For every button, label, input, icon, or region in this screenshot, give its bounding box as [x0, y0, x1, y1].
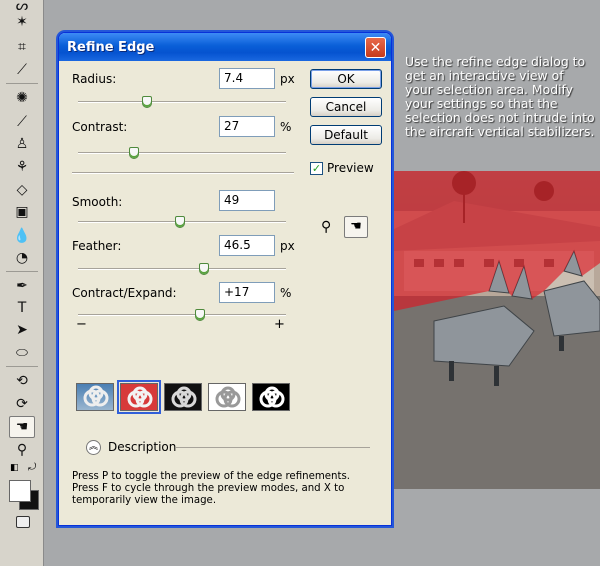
- gradient-tool-icon[interactable]: ▣: [9, 202, 35, 222]
- contrast-input[interactable]: 27: [219, 116, 275, 137]
- foreground-color-swatch[interactable]: [9, 480, 31, 502]
- feather-slider[interactable]: [78, 263, 286, 275]
- divider: [72, 172, 294, 174]
- contract-minus-label: −: [76, 317, 87, 332]
- preview-mode-on-white[interactable]: [208, 383, 246, 411]
- preview-mode-mask[interactable]: [252, 383, 290, 411]
- dialog-title: Refine Edge: [67, 39, 155, 55]
- expand-plus-label: +: [274, 317, 285, 332]
- eraser-tool-icon[interactable]: ◇: [9, 180, 35, 200]
- description-toggle-icon[interactable]: ︽: [86, 440, 101, 455]
- description-label: Description: [108, 440, 177, 454]
- radius-slider-thumb[interactable]: [141, 96, 152, 108]
- cancel-button[interactable]: Cancel: [310, 97, 382, 117]
- smooth-label: Smooth:: [72, 195, 123, 209]
- description-text: Press P to toggle the preview of the edg…: [72, 471, 351, 506]
- magnifier-icon[interactable]: ⚲: [321, 219, 331, 235]
- radius-label: Radius:: [72, 72, 117, 86]
- feather-unit: px: [280, 239, 295, 253]
- smooth-slider-thumb[interactable]: [174, 216, 185, 228]
- radius-slider[interactable]: [78, 96, 286, 108]
- ellipse-tool-icon[interactable]: ⬭: [9, 343, 35, 363]
- magic-wand-tool-icon[interactable]: ✶: [9, 12, 35, 32]
- contrast-slider-thumb[interactable]: [129, 147, 140, 159]
- ok-button[interactable]: OK: [310, 69, 382, 89]
- pen-tool-icon[interactable]: ✒: [9, 276, 35, 296]
- contract-expand-slider-thumb[interactable]: [194, 309, 205, 321]
- dialog-titlebar[interactable]: Refine Edge: [59, 33, 391, 61]
- 3d-orbit-tool-icon[interactable]: ⟳: [9, 394, 35, 414]
- description-divider: [176, 447, 370, 448]
- 3d-rotate-tool-icon[interactable]: ⟲: [9, 371, 35, 391]
- healing-brush-tool-icon[interactable]: ✺: [9, 88, 35, 108]
- preview-mode-quick-mask[interactable]: [117, 380, 161, 414]
- brush-tool-icon[interactable]: ⟋: [9, 112, 35, 132]
- refine-edge-dialog: Refine Edge ✕ Radius: 7.4 px Contrast: 2…: [58, 32, 392, 526]
- crop-tool-icon[interactable]: ⌗: [9, 37, 35, 57]
- contrast-label: Contrast:: [72, 120, 128, 134]
- default-button[interactable]: Default: [310, 125, 382, 145]
- radius-unit: px: [280, 72, 295, 86]
- eyedropper-tool-icon[interactable]: ⟋: [9, 60, 35, 80]
- contract-expand-unit: %: [280, 286, 292, 300]
- zoom-tool-icon[interactable]: ⚲: [9, 440, 35, 460]
- contract-expand-slider[interactable]: [78, 309, 286, 321]
- aircraft-photo: [394, 171, 600, 489]
- preview-label: Preview: [327, 161, 374, 175]
- contract-expand-label: Contract/Expand:: [72, 286, 177, 300]
- swap-colors-icon[interactable]: ⤾: [28, 462, 36, 473]
- preview-mode-on-black[interactable]: [164, 383, 202, 411]
- dodge-tool-icon[interactable]: ◔: [9, 248, 35, 268]
- path-selection-tool-icon[interactable]: ➤: [9, 320, 35, 340]
- hand-icon[interactable]: ☚: [344, 216, 368, 238]
- default-colors-icon[interactable]: ◧: [10, 463, 19, 473]
- feather-input[interactable]: 46.5: [219, 235, 275, 256]
- contract-expand-input[interactable]: +17: [219, 282, 275, 303]
- contrast-slider[interactable]: [78, 147, 286, 159]
- radius-input[interactable]: 7.4: [219, 68, 275, 89]
- contrast-unit: %: [280, 120, 292, 134]
- smooth-slider[interactable]: [78, 216, 286, 228]
- close-button[interactable]: ✕: [365, 37, 386, 58]
- clone-stamp-tool-icon[interactable]: ♙: [9, 134, 35, 154]
- smooth-input[interactable]: 49: [219, 190, 275, 211]
- quick-mask-icon[interactable]: [16, 516, 30, 528]
- type-tool-icon[interactable]: T: [9, 298, 35, 318]
- feather-slider-thumb[interactable]: [198, 263, 209, 275]
- preview-mode-standard[interactable]: [76, 383, 114, 411]
- hand-tool-icon[interactable]: ☚: [9, 416, 35, 438]
- feather-label: Feather:: [72, 239, 122, 253]
- toolbox: ᔕ ✶ ⌗ ⟋ ✺ ⟋ ♙ ⚘ ◇ ▣ 💧 ◔ ✒ T ➤ ⬭ ⟲ ⟳ ☚ ⚲ …: [0, 0, 44, 566]
- blur-tool-icon[interactable]: 💧: [9, 226, 35, 246]
- preview-checkbox[interactable]: ✓: [310, 162, 323, 175]
- history-brush-tool-icon[interactable]: ⚘: [9, 157, 35, 177]
- close-icon: ✕: [369, 39, 382, 56]
- caption-text: Use the refine edge dialog to get an int…: [405, 54, 595, 139]
